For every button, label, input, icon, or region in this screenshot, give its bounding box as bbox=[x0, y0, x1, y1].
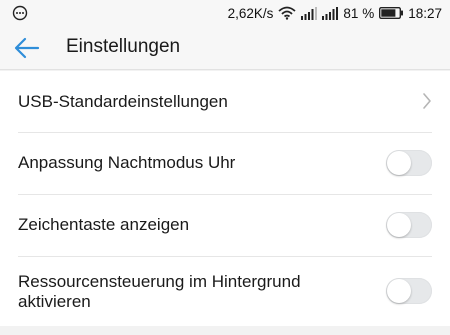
settings-list: USB-Standardeinstellungen Anpassung Nach… bbox=[0, 71, 450, 326]
wifi-icon bbox=[278, 6, 297, 20]
chevron-right-icon bbox=[423, 93, 431, 109]
setting-night-mode-clock: Anpassung Nachtmodus Uhr bbox=[0, 133, 450, 194]
back-arrow-icon[interactable] bbox=[12, 34, 42, 62]
signal-icon bbox=[301, 6, 318, 20]
setting-label: USB-Standardeinstellungen bbox=[18, 92, 228, 111]
clock: 18:27 bbox=[408, 5, 442, 21]
setting-label: Zeichentaste anzeigen bbox=[18, 215, 190, 234]
toggle-knob bbox=[387, 151, 411, 175]
setting-background-resource-control: Ressourcensteuerung im Hintergrund aktiv… bbox=[0, 257, 450, 326]
signal-icon bbox=[322, 6, 339, 20]
toggle-knob bbox=[387, 279, 411, 303]
app-bar: Einstellungen bbox=[0, 26, 450, 70]
background-resource-control-toggle[interactable] bbox=[386, 278, 432, 304]
setting-label: Anpassung Nachtmodus Uhr bbox=[18, 153, 236, 172]
night-mode-clock-toggle[interactable] bbox=[386, 150, 432, 176]
page-title: Einstellungen bbox=[66, 36, 181, 57]
setting-label-line2: aktivieren bbox=[18, 292, 91, 311]
battery-percent: 81 % bbox=[343, 5, 375, 21]
network-speed: 2,62K/s bbox=[227, 5, 274, 21]
status-bar: 2,62K/s 81 % 18:27 bbox=[0, 0, 450, 26]
show-character-key-toggle[interactable] bbox=[386, 212, 432, 238]
notification-dots-icon bbox=[12, 5, 28, 21]
setting-show-character-key: Zeichentaste anzeigen bbox=[0, 195, 450, 256]
battery-icon bbox=[379, 7, 404, 19]
setting-label-line1: Ressourcensteuerung im Hintergrund bbox=[18, 272, 301, 291]
toggle-knob bbox=[387, 213, 411, 237]
setting-usb-default[interactable]: USB-Standardeinstellungen bbox=[0, 71, 450, 132]
